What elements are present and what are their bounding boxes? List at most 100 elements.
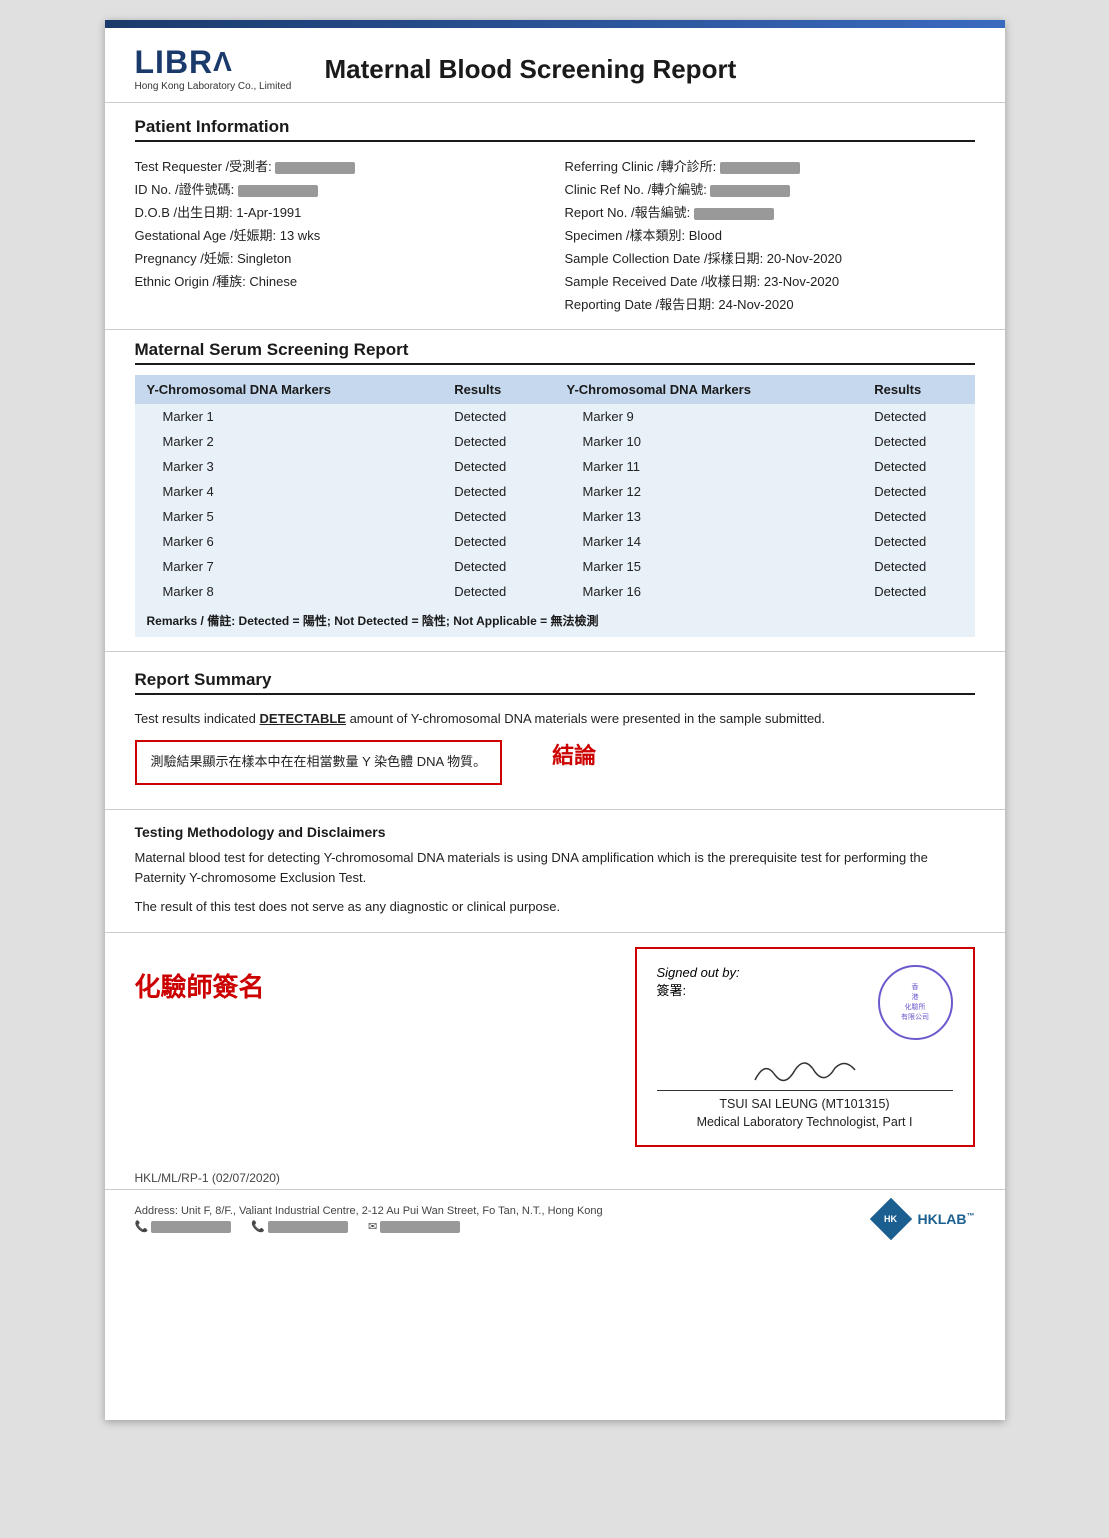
patient-received-date: Sample Received Date /收樣日期: 23-Nov-2020 — [565, 269, 975, 292]
marker-name-right: Marker 11 — [554, 454, 862, 479]
footer-email: ✉ — [368, 1220, 460, 1233]
footer-ref: HKL/ML/RP-1 (02/07/2020) — [105, 1161, 1005, 1189]
patient-pregnancy: Pregnancy /妊娠: Singleton — [135, 246, 545, 269]
conclusion-wrapper: 測驗結果顯示在樣本中在在相當數量 Y 染色體 DNA 物質。 結論 — [135, 730, 975, 795]
detectable-word: DETECTABLE — [260, 711, 346, 726]
patient-info-section: Patient Information Test Requester /受測者:… — [105, 103, 1005, 330]
signed-out-by: Signed out by: — [657, 965, 740, 980]
marker-name-left: Marker 3 — [135, 454, 443, 479]
address-line: Address: Unit F, 8/F., Valiant Industria… — [135, 1205, 603, 1217]
screening-title: Maternal Serum Screening Report — [135, 340, 975, 365]
signature-svg — [745, 1050, 865, 1090]
col2-header: Results — [442, 375, 554, 404]
patient-ga: Gestational Age /妊娠期: 13 wks — [135, 223, 545, 246]
patient-collection-date: Sample Collection Date /採樣日期: 20-Nov-202… — [565, 246, 975, 269]
marker-name-right: Marker 13 — [554, 504, 862, 529]
conclusion-chinese: 測驗結果顯示在樣本中在在相當數量 Y 染色體 DNA 物質。 — [151, 754, 487, 769]
marker-name-left: Marker 2 — [135, 429, 443, 454]
marker-result-right: Detected — [862, 479, 974, 504]
footer-ref-text: HKL/ML/RP-1 (02/07/2020) — [135, 1171, 280, 1185]
marker-name-left: Marker 7 — [135, 554, 443, 579]
patient-right-col: Referring Clinic /轉介診所: Clinic Ref No. /… — [565, 154, 975, 315]
marker-result-right: Detected — [862, 504, 974, 529]
patient-ethnic: Ethnic Origin /種族: Chinese — [135, 269, 545, 292]
conclusion-label: 結論 — [552, 738, 596, 770]
summary-text-1: Test results indicated — [135, 711, 260, 726]
marker-name-left: Marker 4 — [135, 479, 443, 504]
patient-row: Referring Clinic /轉介診所: — [565, 154, 975, 177]
sign-box: Signed out by: 簽署: 香港化驗所有限公司 TSUI SAI LE… — [635, 947, 975, 1147]
footer-fax: 📞 — [251, 1220, 348, 1233]
marker-name-right: Marker 12 — [554, 479, 862, 504]
marker-result-right: Detected — [862, 454, 974, 479]
remarks: Remarks / 備註: Detected = 陽性; Not Detecte… — [135, 604, 975, 637]
marker-result-left: Detected — [442, 554, 554, 579]
table-row: Marker 8 Detected Marker 16 Detected — [135, 579, 975, 604]
top-bar — [105, 20, 1005, 28]
methodology-title: Testing Methodology and Disclaimers — [135, 824, 975, 840]
logo-area: LIBRΛ Hong Kong Laboratory Co., Limited — [135, 46, 295, 92]
summary-title: Report Summary — [135, 670, 975, 695]
marker-result-right: Detected — [862, 529, 974, 554]
table-row: Marker 1 Detected Marker 9 Detected — [135, 404, 975, 429]
patient-row: ID No. /證件號碼: — [135, 177, 545, 200]
hklab-icon: HK — [870, 1198, 912, 1240]
redacted-value — [720, 162, 800, 174]
marker-name-right: Marker 16 — [554, 579, 862, 604]
logo-text: LIBRΛ — [135, 46, 233, 78]
redacted-value — [238, 185, 318, 197]
signer-title: Medical Laboratory Technologist, Part I — [657, 1115, 953, 1129]
marker-result-left: Detected — [442, 429, 554, 454]
summary-text: Test results indicated DETECTABLE amount… — [135, 709, 975, 730]
footer-tel1: 📞 — [135, 1220, 232, 1233]
marker-result-right: Detected — [862, 579, 974, 604]
conclusion-box: 測驗結果顯示在樣本中在在相當數量 Y 染色體 DNA 物質。 — [135, 740, 503, 785]
marker-name-right: Marker 9 — [554, 404, 862, 429]
table-row: Marker 3 Detected Marker 11 Detected — [135, 454, 975, 479]
table-row: Marker 2 Detected Marker 10 Detected — [135, 429, 975, 454]
signed-by-chinese: 簽署: — [657, 980, 740, 999]
marker-name-right: Marker 10 — [554, 429, 862, 454]
stamp-text: 香港化驗所有限公司 — [901, 982, 929, 1022]
logo-subtitle: Hong Kong Laboratory Co., Limited — [135, 81, 292, 92]
table-row: Marker 5 Detected Marker 13 Detected — [135, 504, 975, 529]
marker-name-right: Marker 14 — [554, 529, 862, 554]
patient-info-title: Patient Information — [135, 117, 975, 142]
marker-result-left: Detected — [442, 454, 554, 479]
stamp: 香港化驗所有限公司 — [878, 965, 953, 1040]
patient-reporting-date: Reporting Date /報告日期: 24-Nov-2020 — [565, 292, 975, 315]
redacted-value — [275, 162, 355, 174]
main-page: LIBRΛ Hong Kong Laboratory Co., Limited … — [105, 20, 1005, 1420]
marker-name-left: Marker 5 — [135, 504, 443, 529]
patient-row: Report No. /報告編號: — [565, 200, 975, 223]
marker-table: Y-Chromosomal DNA Markers Results Y-Chro… — [135, 375, 975, 604]
footer-phone-area: 📞 📞 ✉ — [135, 1220, 603, 1233]
screening-section: Maternal Serum Screening Report Y-Chromo… — [105, 330, 1005, 652]
patient-dob: D.O.B /出生日期: 1-Apr-1991 — [135, 200, 545, 223]
table-row: Marker 7 Detected Marker 15 Detected — [135, 554, 975, 579]
signer-name: TSUI SAI LEUNG (MT101315) — [657, 1097, 953, 1111]
redacted-value — [710, 185, 790, 197]
col1-header: Y-Chromosomal DNA Markers — [135, 375, 443, 404]
header: LIBRΛ Hong Kong Laboratory Co., Limited … — [105, 28, 1005, 103]
hklab-logo: HK HKLAB™ — [870, 1198, 975, 1240]
methodology-text2: The result of this test does not serve a… — [135, 897, 975, 918]
table-row: Marker 6 Detected Marker 14 Detected — [135, 529, 975, 554]
hklab-text: HKLAB™ — [918, 1211, 975, 1227]
patient-grid: Test Requester /受測者: ID No. /證件號碼: D.O.B… — [135, 154, 975, 315]
marker-result-left: Detected — [442, 404, 554, 429]
marker-result-left: Detected — [442, 529, 554, 554]
marker-name-left: Marker 8 — [135, 579, 443, 604]
patient-row: Test Requester /受測者: — [135, 154, 545, 177]
patient-specimen: Specimen /樣本類別: Blood — [565, 223, 975, 246]
report-summary-section: Report Summary Test results indicated DE… — [105, 652, 1005, 810]
methodology-section: Testing Methodology and Disclaimers Mate… — [105, 810, 1005, 933]
marker-result-left: Detected — [442, 504, 554, 529]
marker-name-left: Marker 6 — [135, 529, 443, 554]
marker-result-right: Detected — [862, 404, 974, 429]
marker-result-left: Detected — [442, 479, 554, 504]
col3-header: Y-Chromosomal DNA Markers — [554, 375, 862, 404]
sign-line — [657, 1050, 953, 1091]
col4-header: Results — [862, 375, 974, 404]
summary-text-2: amount of Y-chromosomal DNA materials we… — [346, 711, 825, 726]
